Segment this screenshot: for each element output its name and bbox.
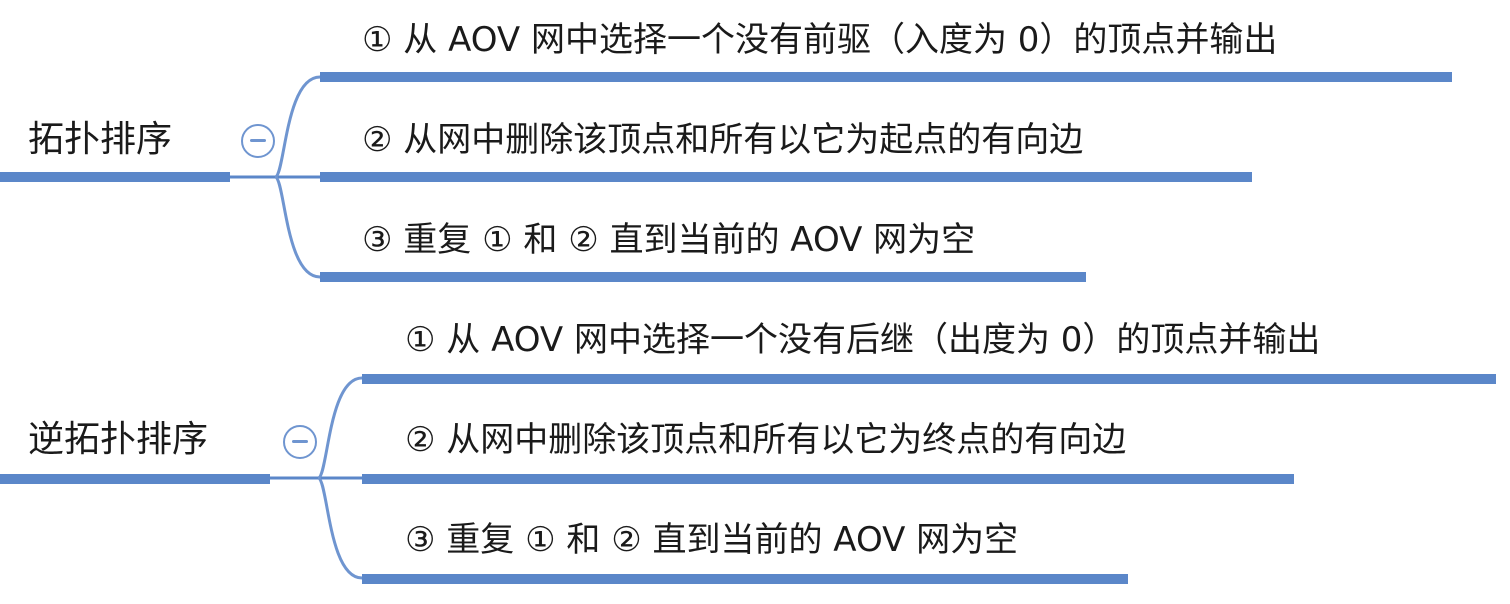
child-underline [362, 474, 1294, 484]
child-topic-step-3: ③ 重复 ① 和 ② 直到当前的 AOV 网为空 [405, 520, 1019, 560]
root-underline [0, 172, 230, 182]
collapse-minus-icon[interactable] [283, 425, 317, 459]
child-underline [320, 272, 1086, 282]
child-underline [320, 172, 1252, 182]
root-topic-topological-sort: 拓扑排序 [28, 119, 173, 160]
child-topic-step-1: ① 从 AOV 网中选择一个没有前驱（入度为 0）的顶点并输出 [362, 20, 1278, 60]
child-topic-step-2: ② 从网中删除该顶点和所有以它为终点的有向边 [405, 420, 1127, 460]
child-underline [320, 72, 1452, 82]
connector-lines [230, 75, 363, 580]
child-topic-step-3: ③ 重复 ① 和 ② 直到当前的 AOV 网为空 [362, 220, 976, 260]
collapse-minus-icon[interactable] [241, 124, 275, 158]
root-topic-reverse-topological-sort: 逆拓扑排序 [28, 419, 209, 460]
child-topic-step-2: ② 从网中删除该顶点和所有以它为起点的有向边 [362, 120, 1084, 160]
child-underline [362, 574, 1128, 584]
child-topic-step-1: ① 从 AOV 网中选择一个没有后继（出度为 0）的顶点并输出 [405, 320, 1321, 360]
child-underline [362, 374, 1496, 384]
root-underline [0, 474, 270, 484]
